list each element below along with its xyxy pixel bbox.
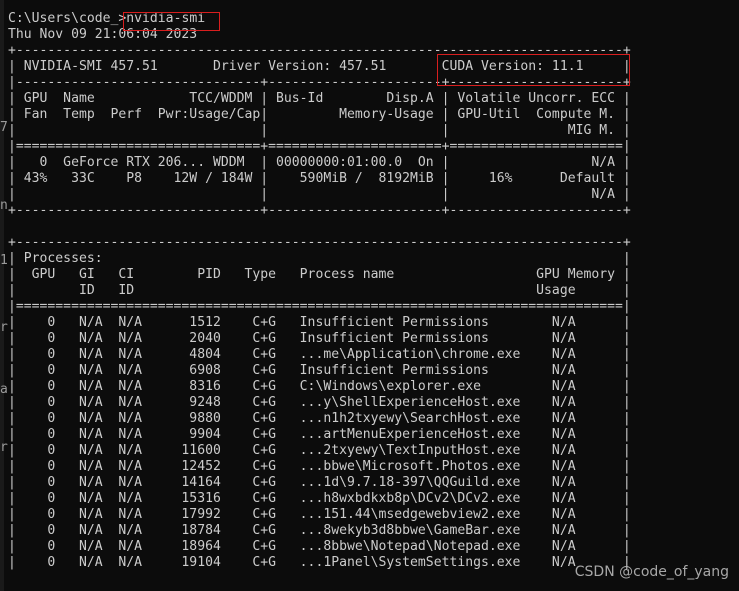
smi-border-top: +---------------------------------------… — [8, 43, 631, 58]
window-left-edge — [0, 0, 4, 591]
process-row: | 0 N/A N/A 8316 C+G C:\Windows\explorer… — [8, 379, 631, 394]
process-row: | 0 N/A N/A 17992 C+G ...151.44\msedgewe… — [8, 507, 631, 522]
process-row: | 0 N/A N/A 9904 C+G ...artMenuExperienc… — [8, 427, 631, 442]
gpu-row-3: | | | N/A | — [8, 187, 631, 202]
process-row: | 0 N/A N/A 2040 C+G Insufficient Permis… — [8, 331, 631, 346]
process-row: | 0 N/A N/A 9248 C+G ...y\ShellExperienc… — [8, 395, 631, 410]
smi-column-header-3: | | | MIG M. | — [8, 123, 631, 138]
process-row: | 0 N/A N/A 4804 C+G ...me\Application\c… — [8, 347, 631, 362]
process-row: | 0 N/A N/A 15316 C+G ...h8wxbdkxb8p\DCv… — [8, 491, 631, 506]
gutter-mark: a — [0, 382, 8, 397]
command-text: nvidia-smi — [126, 11, 206, 26]
process-row: | 0 N/A N/A 12452 C+G ...bbwe\Microsoft.… — [8, 459, 631, 474]
processes-title: | Processes: | — [8, 251, 631, 266]
process-row: | 0 N/A N/A 9880 C+G ...n1h2txyewy\Searc… — [8, 411, 631, 426]
gutter-mark: r — [0, 320, 8, 335]
processes-header-2: | ID ID Usage | — [8, 283, 631, 298]
processes-separator-double: |=======================================… — [8, 299, 631, 314]
process-row: | 0 N/A N/A 11600 C+G ...2txyewy\TextInp… — [8, 443, 631, 458]
process-row: | 0 N/A N/A 6908 C+G Insufficient Permis… — [8, 363, 631, 378]
process-row: | 0 N/A N/A 14164 C+G ...1d\9.7.18-397\Q… — [8, 475, 631, 490]
gpu-row-1: | 0 GeForce RTX 206... WDDM | 00000000:0… — [8, 155, 631, 170]
smi-border-bottom: +-------------------------------+-------… — [8, 203, 631, 218]
process-row: | 0 N/A N/A 19104 C+G ...1Panel\SystemSe… — [8, 555, 631, 570]
processes-header-1: | GPU GI CI PID Type Process name GPU Me… — [8, 267, 631, 282]
smi-separator: |-------------------------------+-------… — [8, 75, 631, 90]
process-row: | 0 N/A N/A 18784 C+G ...8wekyb3d8bbwe\G… — [8, 523, 631, 538]
smi-separator-double: |===============================+=======… — [8, 139, 631, 154]
smi-column-header-1: | GPU Name TCC/WDDM | Bus-Id Disp.A | Vo… — [8, 91, 631, 106]
timestamp-line: Thu Nov 09 21:06:04 2023 — [8, 27, 198, 42]
process-row: | 0 N/A N/A 18964 C+G ...8bbwe\Notepad\N… — [8, 539, 631, 554]
csdn-watermark: CSDN @code_of_yang — [574, 564, 729, 580]
smi-header-line: | NVIDIA-SMI 457.51 Driver Version: 457.… — [8, 59, 631, 74]
gpu-row-2: | 43% 33C P8 12W / 184W | 590MiB / 8192M… — [8, 171, 631, 186]
prompt-path: C:\Users\code_ — [8, 11, 119, 26]
gutter-mark: 7 — [0, 120, 8, 135]
processes-border-top: +---------------------------------------… — [8, 235, 631, 250]
smi-column-header-2: | Fan Temp Perf Pwr:Usage/Cap| Memory-Us… — [8, 107, 631, 122]
gutter-mark: 1 — [0, 253, 8, 268]
gutter-mark: r — [0, 440, 8, 455]
terminal-output: C:\Users\code_>nvidia-smi Thu Nov 09 21:0… — [8, 11, 631, 571]
prompt-line: C:\Users\code_>nvidia-smi — [8, 11, 631, 27]
gutter-mark: n — [0, 198, 8, 213]
process-row: | 0 N/A N/A 1512 C+G Insufficient Permis… — [8, 315, 631, 330]
